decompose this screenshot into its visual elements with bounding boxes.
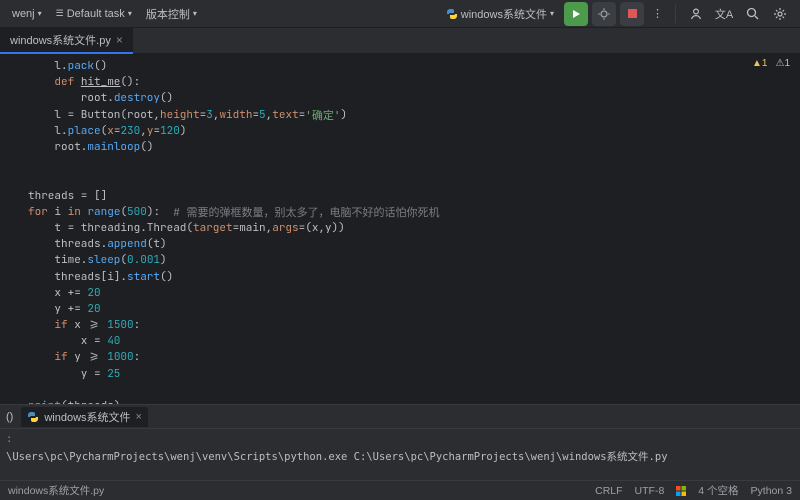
close-icon[interactable]: × — [116, 33, 123, 47]
project-name: wenj — [12, 8, 35, 20]
exec-command: \Users\pc\PycharmProjects\wenj\venv\Scri… — [6, 449, 794, 464]
more-indicator: : — [6, 433, 794, 445]
top-toolbar: wenj ▾ ☰ Default task ▾ 版本控制 ▾ windows系统… — [0, 0, 800, 28]
interpreter[interactable]: Python 3 — [751, 485, 792, 497]
run-button[interactable] — [564, 2, 588, 26]
warning-icon: ▲1 — [752, 58, 767, 69]
run-tab-title: windows系统文件 — [44, 409, 130, 425]
weak-warning-icon: ⚠1 — [775, 58, 790, 69]
separator — [675, 5, 676, 23]
chevron-down-icon: ▾ — [128, 9, 132, 18]
vcs-label: 版本控制 — [146, 6, 190, 22]
status-bar: windows系统文件.py CRLF UTF-8 4 个空格 Python 3 — [0, 480, 800, 500]
python-icon — [446, 8, 458, 20]
chevron-down-icon: ▾ — [38, 9, 42, 18]
python-icon — [27, 411, 39, 423]
line-separator[interactable]: CRLF — [595, 485, 622, 497]
status-file[interactable]: windows系统文件.py — [8, 485, 104, 497]
run-panel-icon[interactable]: () — [6, 411, 13, 423]
windows-logo-icon — [676, 486, 686, 496]
debug-button[interactable] — [592, 2, 616, 26]
run-config-label: windows系统文件 — [461, 6, 547, 22]
indent[interactable]: 4 个空格 — [698, 483, 738, 498]
run-tool-window: () windows系统文件 × : \Users\pc\PycharmProj… — [0, 404, 800, 480]
search-icon[interactable] — [740, 2, 764, 26]
task-icon: ☰ — [56, 8, 64, 19]
account-icon[interactable] — [684, 2, 708, 26]
chevron-down-icon: ▾ — [193, 9, 197, 18]
editor-tab-bar: windows系统文件.py × — [0, 28, 800, 54]
tab-filename: windows系统文件.py — [10, 32, 111, 48]
console-output[interactable]: : \Users\pc\PycharmProjects\wenj\venv\Sc… — [0, 429, 800, 480]
translate-icon[interactable]: 文A — [712, 2, 736, 26]
code-editor[interactable]: ▲1 ⚠1 l.pack() def hit_me(): root.destro… — [0, 54, 800, 424]
close-icon[interactable]: × — [136, 411, 142, 423]
run-config-selector[interactable]: windows系统文件 ▾ — [440, 4, 560, 24]
chevron-down-icon: ▾ — [550, 9, 554, 18]
encoding[interactable]: UTF-8 — [635, 485, 665, 497]
vcs-menu[interactable]: 版本控制 ▾ — [142, 4, 201, 24]
editor-tab[interactable]: windows系统文件.py × — [0, 28, 133, 54]
task-menu[interactable]: ☰ Default task ▾ — [52, 6, 136, 22]
more-actions-icon[interactable]: ⋮ — [648, 7, 667, 20]
task-label: Default task — [67, 8, 125, 20]
stop-button[interactable] — [620, 2, 644, 26]
inspection-widget[interactable]: ▲1 ⚠1 — [752, 58, 790, 69]
run-tab[interactable]: windows系统文件 × — [21, 407, 148, 427]
settings-icon[interactable] — [768, 2, 792, 26]
project-menu[interactable]: wenj ▾ — [8, 6, 46, 22]
